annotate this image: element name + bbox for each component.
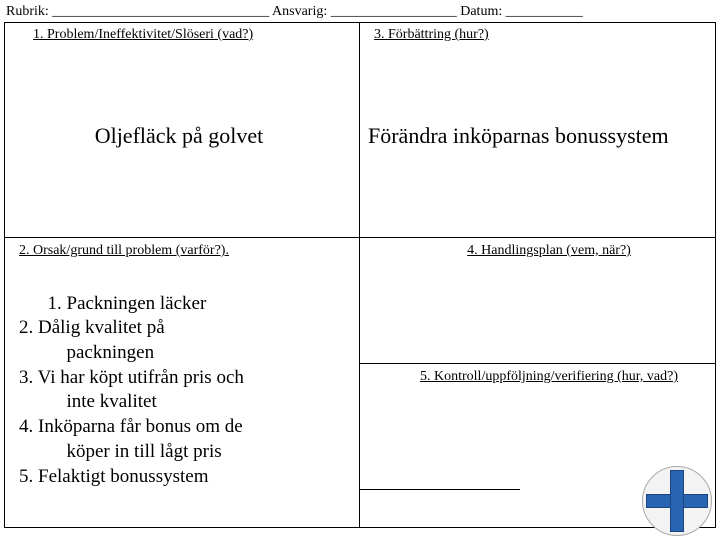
- improvement-body: Förändra inköparnas bonussystem: [368, 123, 669, 148]
- heading-cause: 2. Orsak/grund till problem (varför?).: [19, 241, 353, 259]
- form-header: Rubrik: _______________________________ …: [0, 0, 720, 22]
- heading-actionplan: 4. Handlingsplan (vem, när?): [374, 241, 710, 259]
- problem-body: Oljefläck på golvet: [95, 123, 264, 148]
- rubrik-label: Rubrik:: [6, 4, 49, 19]
- heading-problem: 1. Problem/Ineffektivitet/Slöseri (vad?): [19, 25, 353, 43]
- rubrik-blank: _______________________________: [52, 4, 269, 19]
- ansvarig-blank: __________________: [331, 4, 457, 19]
- datum-label: Datum:: [460, 4, 502, 19]
- heading-control: 5. Kontroll/uppföljning/verifiering (hur…: [374, 367, 710, 385]
- datum-blank: ___________: [506, 4, 583, 19]
- left-column: 1. Problem/Ineffektivitet/Slöseri (vad?)…: [5, 23, 360, 527]
- worksheet-grid: 1. Problem/Ineffektivitet/Slöseri (vad?)…: [4, 22, 716, 528]
- heading-improvement: 3. Förbättring (hur?): [374, 25, 710, 43]
- ansvarig-label: Ansvarig:: [272, 4, 327, 19]
- logo-cross-icon: [642, 466, 712, 536]
- right-column: 3. Förbättring (hur?) Förändra inköparna…: [360, 23, 716, 527]
- cause-body: 1. Packningen läcker 2. Dålig kvalitet p…: [19, 293, 244, 487]
